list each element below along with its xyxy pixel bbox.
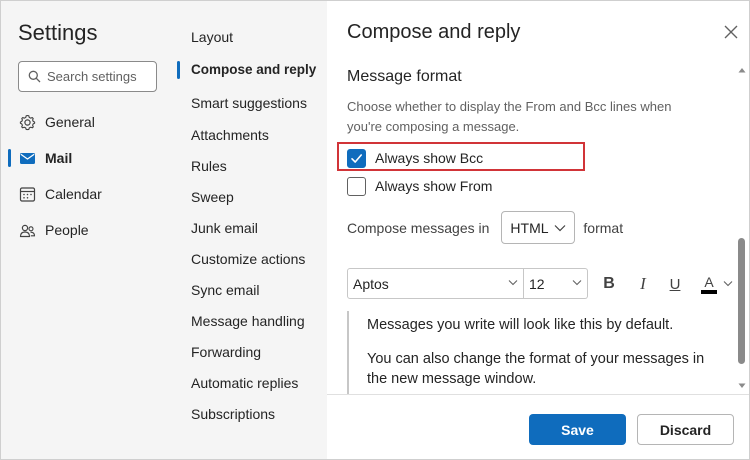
chevron-down-icon xyxy=(572,280,582,286)
underline-button[interactable]: U xyxy=(663,272,687,296)
checkbox-label: Always show From xyxy=(375,178,493,194)
settings-scroll-area: Message format Choose whether to display… xyxy=(327,61,749,394)
chevron-down-icon xyxy=(554,224,566,231)
nav-item-label: Mail xyxy=(45,150,73,166)
settings-title: Settings xyxy=(18,20,98,45)
bold-button[interactable]: B xyxy=(597,272,621,296)
submenu-item-label: Subscriptions xyxy=(191,406,276,422)
checkbox-label: Always show Bcc xyxy=(375,150,484,166)
submenu-item-attachments[interactable]: Attachments xyxy=(168,121,327,149)
submenu-item-label: Sync email xyxy=(191,282,260,298)
discard-button[interactable]: Discard xyxy=(637,414,734,445)
submenu-item-smart-suggestions[interactable]: Smart suggestions xyxy=(168,89,327,117)
submenu-item-label: Forwarding xyxy=(191,344,262,360)
submenu-item-message-handling[interactable]: Message handling xyxy=(168,307,327,335)
submenu-item-label: Smart suggestions xyxy=(191,95,307,111)
font-color-letter: A xyxy=(704,273,714,290)
submenu-item-automatic-replies[interactable]: Automatic replies xyxy=(168,369,327,397)
chevron-down-icon xyxy=(508,280,518,286)
people-icon xyxy=(19,224,36,238)
mail-submenu: Layout Compose and reply Smart suggestio… xyxy=(168,1,327,459)
submenu-item-rules[interactable]: Rules xyxy=(168,152,327,180)
submenu-item-label: Rules xyxy=(191,158,227,174)
preview-text: You can also change the format of your m… xyxy=(367,351,705,387)
active-indicator xyxy=(8,149,11,167)
font-color-swatch xyxy=(701,289,717,294)
search-icon xyxy=(28,70,41,83)
always-show-from-checkbox[interactable] xyxy=(347,176,366,196)
nav-item-label: Calendar xyxy=(45,186,102,202)
submenu-item-label: Customize actions xyxy=(191,251,306,267)
submenu-item-layout[interactable]: Layout xyxy=(168,23,327,51)
submenu-item-forwarding[interactable]: Forwarding xyxy=(168,338,327,366)
always-show-from-option[interactable]: Always show From xyxy=(347,175,492,197)
format-preview: Messages you write will look like this b… xyxy=(347,311,729,394)
footer-divider xyxy=(327,394,749,395)
checkmark-icon xyxy=(351,153,362,163)
compose-format-prefix: Compose messages in xyxy=(347,219,490,236)
vertical-scrollbar[interactable] xyxy=(735,61,749,394)
gear-icon xyxy=(19,114,36,131)
submenu-item-sweep[interactable]: Sweep xyxy=(168,183,327,211)
font-color-button[interactable]: A xyxy=(697,272,721,296)
submenu-item-label: Junk email xyxy=(191,220,258,236)
italic-button[interactable]: I xyxy=(631,272,655,296)
active-indicator xyxy=(177,61,180,79)
scroll-thumb[interactable] xyxy=(738,238,745,364)
submenu-item-customize-actions[interactable]: Customize actions xyxy=(168,245,327,273)
font-family-value: Aptos xyxy=(353,276,389,292)
submenu-item-label: Layout xyxy=(191,29,234,45)
nav-item-mail[interactable]: Mail xyxy=(1,141,168,175)
save-button[interactable]: Save xyxy=(529,414,626,445)
compose-format-row: Compose messages in HTML format xyxy=(347,211,623,244)
submenu-item-subscriptions[interactable]: Subscriptions xyxy=(168,400,327,428)
settings-nav-pane: Settings General Mail Calendar xyxy=(1,1,168,459)
compose-format-suffix: format xyxy=(583,219,624,236)
calendar-icon xyxy=(19,187,36,202)
font-size-dropdown[interactable]: 12 xyxy=(524,268,588,299)
search-box[interactable] xyxy=(18,61,157,92)
compose-and-reply-panel: Compose and reply Message format Choose … xyxy=(327,1,749,459)
submenu-item-label: Message handling xyxy=(191,313,305,329)
font-size-value: 12 xyxy=(529,276,545,292)
scroll-down-icon[interactable] xyxy=(738,383,746,389)
submenu-item-junk-email[interactable]: Junk email xyxy=(168,214,327,242)
nav-item-label: People xyxy=(45,222,89,238)
submenu-item-sync-email[interactable]: Sync email xyxy=(168,276,327,304)
section-heading: Message format xyxy=(347,68,462,85)
always-show-bcc-option[interactable]: Always show Bcc xyxy=(347,147,483,169)
compose-format-value: HTML xyxy=(510,219,549,236)
preview-text: Messages you write will look like this b… xyxy=(367,317,674,333)
submenu-item-label: Compose and reply xyxy=(191,62,317,77)
nav-item-calendar[interactable]: Calendar xyxy=(1,177,168,211)
chevron-down-icon[interactable] xyxy=(723,280,733,287)
submenu-item-label: Automatic replies xyxy=(191,375,299,391)
nav-item-general[interactable]: General xyxy=(1,105,168,139)
panel-title: Compose and reply xyxy=(347,21,521,43)
scroll-up-icon[interactable] xyxy=(738,67,746,73)
submenu-item-label: Attachments xyxy=(191,127,269,143)
close-icon[interactable] xyxy=(722,23,740,41)
always-show-bcc-checkbox[interactable] xyxy=(347,148,366,168)
submenu-item-label: Sweep xyxy=(191,189,234,205)
mail-icon xyxy=(20,153,35,164)
nav-item-people[interactable]: People xyxy=(1,213,168,247)
compose-format-dropdown[interactable]: HTML xyxy=(501,211,576,244)
submenu-item-compose-and-reply[interactable]: Compose and reply xyxy=(168,56,327,84)
formatting-toolbar: Aptos 12 B I U A xyxy=(347,268,739,299)
font-family-dropdown[interactable]: Aptos xyxy=(347,268,524,299)
search-input[interactable] xyxy=(47,69,152,84)
nav-item-label: General xyxy=(45,114,95,130)
section-description: Choose whether to display the From and B… xyxy=(347,99,672,134)
